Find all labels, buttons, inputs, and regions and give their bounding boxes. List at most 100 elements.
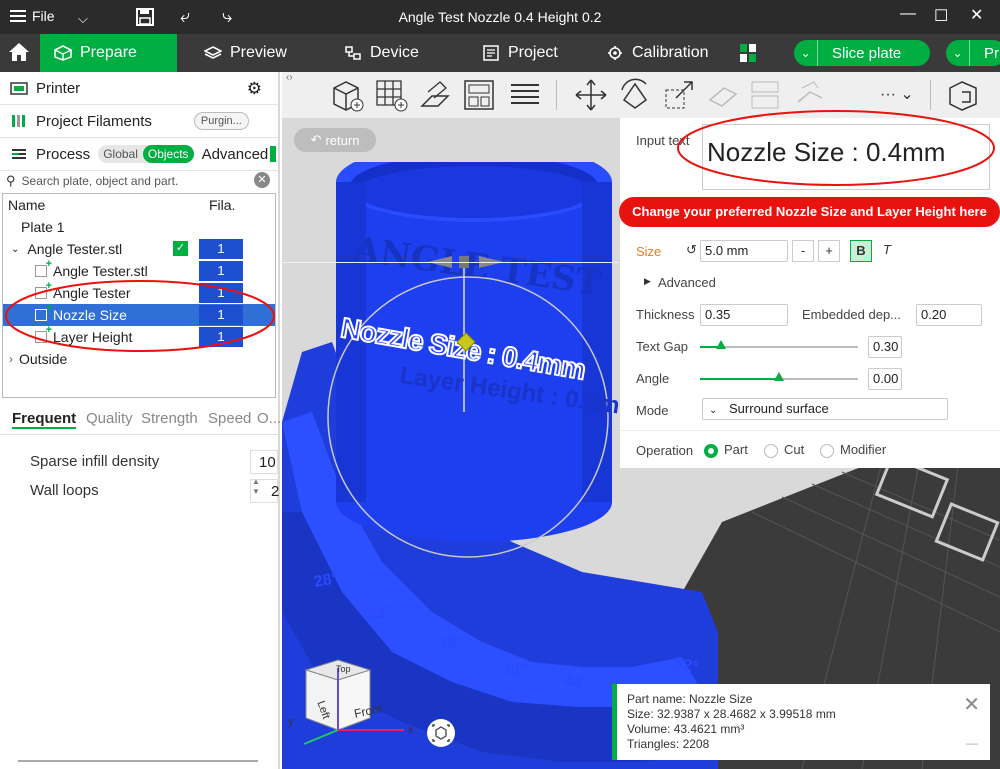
tab-speed[interactable]: Speed	[208, 410, 251, 427]
add-plate-icon[interactable]	[374, 78, 408, 112]
bold-button[interactable]: B	[850, 240, 872, 262]
angle-slider[interactable]	[700, 372, 858, 381]
global-option[interactable]: Global	[98, 145, 143, 163]
maximize-icon[interactable]: ☐	[934, 6, 948, 26]
purging-button[interactable]: Purgin...	[193, 112, 249, 130]
advanced-toggle[interactable]: Advanced	[658, 275, 716, 290]
printer-section[interactable]: Printer ⚙	[0, 72, 278, 105]
fit-view-icon[interactable]	[426, 718, 456, 748]
object-list: Name Fila. Plate 1 ⌄ Angle Tester.stl ✓ …	[2, 193, 276, 398]
slice-plate-button[interactable]: ⌄ Slice plate	[794, 40, 930, 66]
object-search[interactable]: ⚲ Search plate, object and part. ✕	[4, 170, 276, 192]
size-increase-button[interactable]: +	[818, 240, 840, 262]
tab-prepare[interactable]: Prepare	[40, 34, 177, 72]
process-icon	[12, 149, 26, 159]
auto-orient-icon[interactable]	[418, 78, 452, 112]
tab-project[interactable]: Project	[468, 34, 572, 72]
print-plate-button[interactable]: ⌄ Pr	[946, 40, 1000, 66]
cube-top-label: Top	[336, 664, 351, 674]
angle-input[interactable]: 0.00	[868, 368, 902, 390]
sparse-infill-input[interactable]: 10	[250, 450, 278, 474]
add-object-icon[interactable]	[330, 78, 364, 112]
process-scope-toggle[interactable]: Global Objects	[98, 145, 194, 163]
operation-cut-label: Cut	[784, 442, 805, 457]
tab-others[interactable]: O...	[257, 410, 281, 427]
chevron-down-icon[interactable]: ⌄	[794, 40, 818, 66]
gizmo-handle-icon[interactable]	[456, 332, 476, 352]
stepper-icon[interactable]: ▲ ▼	[252, 477, 260, 497]
italic-button[interactable]: T	[876, 240, 898, 262]
clear-search-icon[interactable]: ✕	[254, 172, 270, 188]
horizontal-scrollbar[interactable]	[18, 760, 258, 762]
tab-preview-label: Preview	[230, 44, 287, 61]
close-icon[interactable]: ✕	[970, 5, 983, 25]
gear-icon[interactable]: ⚙	[247, 79, 262, 99]
gizmo-axis-line	[282, 262, 622, 263]
search-icon: ⚲	[6, 173, 16, 188]
close-icon[interactable]: ✕	[963, 692, 980, 717]
annotation-banner: Change your preferred Nozzle Size and La…	[619, 197, 1000, 227]
annotation-ellipse	[677, 110, 995, 186]
slider-thumb[interactable]	[715, 340, 726, 349]
tab-calibration[interactable]: Calibration	[592, 34, 722, 72]
operation-part-radio[interactable]: Part	[704, 442, 748, 458]
thickness-input[interactable]: 0.35	[700, 304, 788, 326]
radio-selected-icon	[704, 443, 718, 458]
printer-icon	[10, 82, 28, 95]
return-button[interactable]: ↶ return	[294, 128, 376, 152]
chevron-down-icon[interactable]: ⌄	[11, 244, 19, 255]
tab-prepare-label: Prepare	[80, 44, 137, 61]
process-section[interactable]: Process Global Objects Advanced	[0, 138, 278, 171]
collapse-sidebar-icon[interactable]: ‹›	[286, 72, 293, 83]
axis-x-label: x	[408, 724, 414, 736]
project-filaments-section[interactable]: Project Filaments Purgin...	[0, 105, 278, 138]
support-paint-icon[interactable]	[748, 78, 782, 112]
rotate-icon[interactable]	[618, 78, 652, 112]
size-decrease-button[interactable]: -	[792, 240, 814, 262]
tab-frequent[interactable]: Frequent	[12, 410, 77, 429]
operation-modifier-radio[interactable]: Modifier	[820, 442, 886, 458]
mode-select[interactable]: ⌄ Surround surface	[702, 398, 948, 420]
assembly-view-icon[interactable]	[946, 78, 980, 112]
tree-row-label: Angle Tester.stl	[27, 241, 123, 257]
tab-quality[interactable]: Quality	[86, 410, 133, 427]
size-input[interactable]: 5.0 mm	[700, 240, 788, 262]
title-bar: File ⌵ ⤶ ⤷ Angle Test Nozzle 0.4 Height …	[0, 0, 1000, 34]
multi-device-icon[interactable]	[740, 44, 756, 62]
part-size-info: Size: 32.9387 x 28.4682 x 3.99518 mm	[627, 707, 836, 721]
part-triangles-info: Triangles: 2208	[627, 737, 710, 751]
search-input[interactable]: Search plate, object and part.	[22, 174, 179, 188]
tab-strength[interactable]: Strength	[141, 410, 198, 427]
seam-paint-icon[interactable]	[792, 78, 826, 112]
operation-cut-radio[interactable]: Cut	[764, 442, 804, 458]
filament-badge[interactable]: 1	[199, 239, 243, 259]
print-plate-label: Pr	[984, 44, 999, 62]
objects-option[interactable]: Objects	[142, 145, 194, 163]
tab-project-label: Project	[508, 44, 558, 61]
text-gap-input[interactable]: 0.30	[868, 336, 902, 358]
advanced-toggle[interactable]	[270, 146, 277, 162]
tab-preview[interactable]: Preview	[190, 34, 301, 72]
layers-list-icon[interactable]	[508, 78, 542, 112]
embedded-depth-input[interactable]: 0.20	[916, 304, 982, 326]
text-gap-slider[interactable]	[700, 340, 858, 349]
checkbox-icon[interactable]: ✓	[173, 241, 188, 256]
chevron-right-icon[interactable]: ›	[9, 352, 13, 366]
slider-thumb[interactable]	[774, 372, 784, 381]
minimize-icon[interactable]: —	[900, 5, 916, 23]
expand-icon[interactable]: ▶	[644, 276, 651, 287]
chevron-down-icon[interactable]: ⌄	[946, 40, 970, 66]
collapse-icon[interactable]: —	[966, 736, 978, 750]
arrange-icon[interactable]	[462, 78, 496, 112]
tab-device[interactable]: Device	[330, 34, 433, 72]
operation-part-label: Part	[724, 442, 748, 457]
scale-icon[interactable]	[662, 78, 696, 112]
home-icon[interactable]	[8, 42, 30, 62]
move-icon[interactable]	[574, 78, 608, 112]
tree-row-plate[interactable]: Plate 1	[3, 216, 275, 238]
reset-icon[interactable]: ↺	[686, 242, 697, 258]
project-icon	[483, 45, 499, 61]
more-tools-icon[interactable]: ··· ⌄	[880, 84, 914, 104]
tree-row-object[interactable]: ⌄ Angle Tester.stl ✓ 1	[3, 238, 275, 260]
cut-icon[interactable]	[706, 78, 740, 112]
